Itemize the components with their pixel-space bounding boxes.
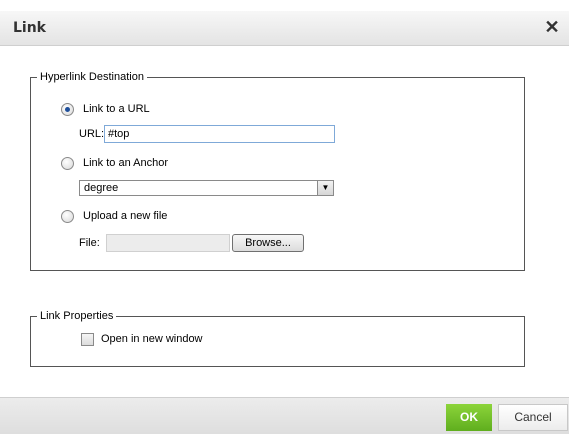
url-input[interactable] (104, 125, 335, 143)
link-dialog: Link ✕ Hyperlink Destination Link to a U… (0, 0, 569, 434)
ok-button[interactable]: OK (446, 404, 492, 431)
browse-button[interactable]: Browse... (232, 234, 304, 252)
anchor-select[interactable]: degree ▼ (79, 180, 334, 196)
dialog-title: Link (13, 20, 46, 36)
file-path-field[interactable] (106, 234, 230, 252)
link-anchor-label: Link to an Anchor (83, 157, 169, 169)
dropdown-arrow-icon[interactable]: ▼ (317, 181, 333, 195)
link-anchor-radio[interactable] (61, 157, 74, 170)
upload-file-radio[interactable] (61, 210, 74, 223)
new-window-label: Open in new window (101, 333, 203, 345)
link-url-label: Link to a URL (83, 103, 150, 115)
anchor-select-value: degree (84, 182, 119, 194)
link-url-radio[interactable] (61, 103, 74, 116)
link-properties-legend: Link Properties (40, 310, 114, 322)
url-label: URL: (79, 128, 105, 140)
hyperlink-destination-legend: Hyperlink Destination (40, 71, 144, 83)
upload-file-label: Upload a new file (83, 210, 168, 222)
cancel-button[interactable]: Cancel (498, 404, 568, 431)
new-window-checkbox[interactable] (81, 333, 94, 346)
close-icon[interactable]: ✕ (543, 17, 561, 37)
dialog-titlebar: Link ✕ (0, 11, 569, 46)
file-label: File: (79, 237, 100, 249)
